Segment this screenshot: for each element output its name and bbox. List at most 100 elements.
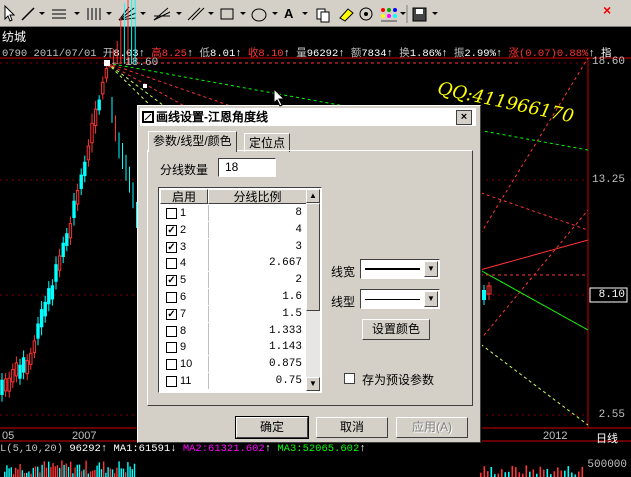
peak-anchor[interactable] bbox=[104, 60, 110, 66]
scroll-up-icon[interactable]: ▲ bbox=[306, 189, 320, 203]
recent-candles bbox=[482, 282, 492, 305]
candle-body bbox=[0, 379, 4, 395]
volume-bar bbox=[571, 472, 573, 477]
row-index: 1 bbox=[180, 207, 187, 219]
candle-body bbox=[43, 301, 47, 317]
volume-bar bbox=[525, 465, 528, 477]
y-label: 18.60 bbox=[591, 56, 625, 68]
list-item[interactable]: 10 0.875 bbox=[160, 356, 306, 373]
list-item[interactable]: ✓ 7 1.5 bbox=[160, 305, 306, 322]
volume-bar bbox=[94, 469, 96, 477]
col-header-ratio[interactable]: 分线比例 bbox=[208, 189, 307, 204]
list-item[interactable]: 4 2.667 bbox=[160, 255, 306, 272]
list-item[interactable]: ✓ 2 4 bbox=[160, 221, 306, 238]
volume-bar bbox=[21, 470, 23, 477]
candle-body bbox=[83, 161, 87, 177]
volume-bar bbox=[127, 462, 129, 477]
volume-bar bbox=[19, 463, 21, 477]
tab-params[interactable]: 参数/线型/颜色 bbox=[148, 131, 237, 152]
candle-body bbox=[72, 200, 76, 218]
enable-checkbox[interactable] bbox=[166, 208, 177, 219]
enable-checkbox[interactable]: ✓ bbox=[166, 308, 177, 320]
row-ratio: 2 bbox=[295, 274, 302, 287]
candle-body bbox=[97, 99, 101, 111]
list-item[interactable]: 11 0.75 bbox=[160, 373, 306, 389]
indicator-line: L(5,10,20) 96292↑ MA1:61591↓ MA2:61321.6… bbox=[0, 443, 366, 455]
volume-bars bbox=[4, 460, 584, 477]
row-index: 10 bbox=[180, 358, 193, 371]
enable-checkbox[interactable] bbox=[166, 359, 177, 371]
volume-bar bbox=[4, 471, 6, 477]
enable-checkbox[interactable]: ✓ bbox=[166, 241, 177, 253]
candle-body bbox=[3, 378, 8, 392]
line-type-label: 线型 bbox=[331, 295, 356, 309]
candle-body bbox=[25, 360, 29, 375]
dialog-close-button[interactable]: × bbox=[456, 110, 472, 125]
col-header-enable[interactable]: 启用 bbox=[160, 189, 208, 204]
volume-bar bbox=[131, 469, 133, 477]
volume-bar bbox=[543, 469, 545, 477]
ok-button[interactable]: 确定 bbox=[235, 416, 309, 439]
candle-body bbox=[57, 255, 62, 271]
enable-checkbox[interactable] bbox=[166, 376, 177, 387]
candle-body bbox=[75, 189, 80, 205]
volume-bar bbox=[45, 467, 48, 477]
chevron-down-icon[interactable]: ▼ bbox=[424, 291, 438, 307]
enable-checkbox[interactable] bbox=[166, 258, 177, 270]
scroll-down-icon[interactable]: ▼ bbox=[306, 377, 320, 391]
chevron-down-icon[interactable]: ▼ bbox=[424, 261, 438, 277]
candle-body bbox=[29, 352, 33, 365]
enable-checkbox[interactable] bbox=[166, 325, 177, 337]
list-item[interactable]: 9 1.143 bbox=[160, 339, 306, 356]
enable-checkbox[interactable] bbox=[166, 342, 177, 354]
candle-body bbox=[36, 323, 40, 339]
list-item[interactable]: 18 bbox=[160, 205, 306, 221]
enable-checkbox[interactable]: ✓ bbox=[166, 224, 177, 236]
volume-bar bbox=[54, 466, 56, 477]
volume-bar bbox=[41, 464, 43, 477]
volume-bar bbox=[78, 464, 81, 477]
candle-body bbox=[32, 340, 37, 353]
volume-bar bbox=[553, 471, 556, 477]
line-type-select[interactable]: ▼ bbox=[360, 289, 440, 309]
volume-bar bbox=[529, 471, 531, 477]
indicator-ma1: MA1:61591 bbox=[113, 443, 171, 455]
candle-body bbox=[50, 285, 55, 300]
candle-body bbox=[18, 364, 22, 379]
enable-checkbox[interactable] bbox=[166, 292, 177, 303]
y-label: 2.55 bbox=[598, 409, 625, 421]
list-item[interactable]: 8 1.333 bbox=[160, 322, 306, 339]
cancel-button[interactable]: 取消 bbox=[316, 417, 388, 438]
volume-bar bbox=[61, 460, 63, 477]
ratio-list[interactable]: 启用 分线比例 1 8 ✓ 2 4 ✓ 3 3 4 2.667 ✓ 5 2 6 1.6 ✓ 7 1.5 8 1.333… bbox=[158, 187, 322, 393]
candle-body bbox=[65, 233, 69, 246]
candle-body bbox=[39, 309, 44, 328]
row-ratio: 0.75 bbox=[275, 375, 302, 387]
enable-checkbox[interactable]: ✓ bbox=[166, 275, 177, 287]
anchor-point[interactable] bbox=[143, 84, 147, 88]
x-label: 2012 bbox=[543, 430, 568, 442]
volume-bar bbox=[17, 469, 19, 477]
line-width-label: 线宽 bbox=[331, 265, 356, 279]
list-item[interactable]: 6 1.6 bbox=[160, 289, 306, 305]
volume-bar bbox=[92, 470, 94, 477]
save-preset-checkbox[interactable] bbox=[344, 373, 355, 384]
candle-body bbox=[79, 174, 83, 189]
volume-bar bbox=[518, 472, 521, 477]
line-width-select[interactable]: ▼ bbox=[360, 259, 440, 279]
split-count-input[interactable]: 18 bbox=[218, 158, 276, 177]
apply-button[interactable]: 应用(A) bbox=[396, 417, 468, 438]
scroll-thumb[interactable] bbox=[306, 203, 320, 311]
volume-bar bbox=[116, 467, 118, 477]
volume-bar bbox=[59, 467, 61, 477]
list-item[interactable]: ✓ 3 3 bbox=[160, 238, 306, 255]
list-item[interactable]: ✓ 5 2 bbox=[160, 272, 306, 289]
volume-bar bbox=[539, 466, 542, 477]
set-color-button[interactable]: 设置颜色 bbox=[362, 319, 430, 340]
list-scrollbar[interactable]: ▲ ▼ bbox=[306, 189, 320, 391]
dialog-titlebar[interactable]: 画线设置-江恩角度线 × bbox=[140, 108, 476, 126]
volume-bar bbox=[501, 469, 503, 477]
row-ratio: 1.143 bbox=[268, 341, 302, 354]
row-ratio: 8 bbox=[295, 207, 302, 219]
row-ratio: 1.6 bbox=[282, 291, 302, 303]
